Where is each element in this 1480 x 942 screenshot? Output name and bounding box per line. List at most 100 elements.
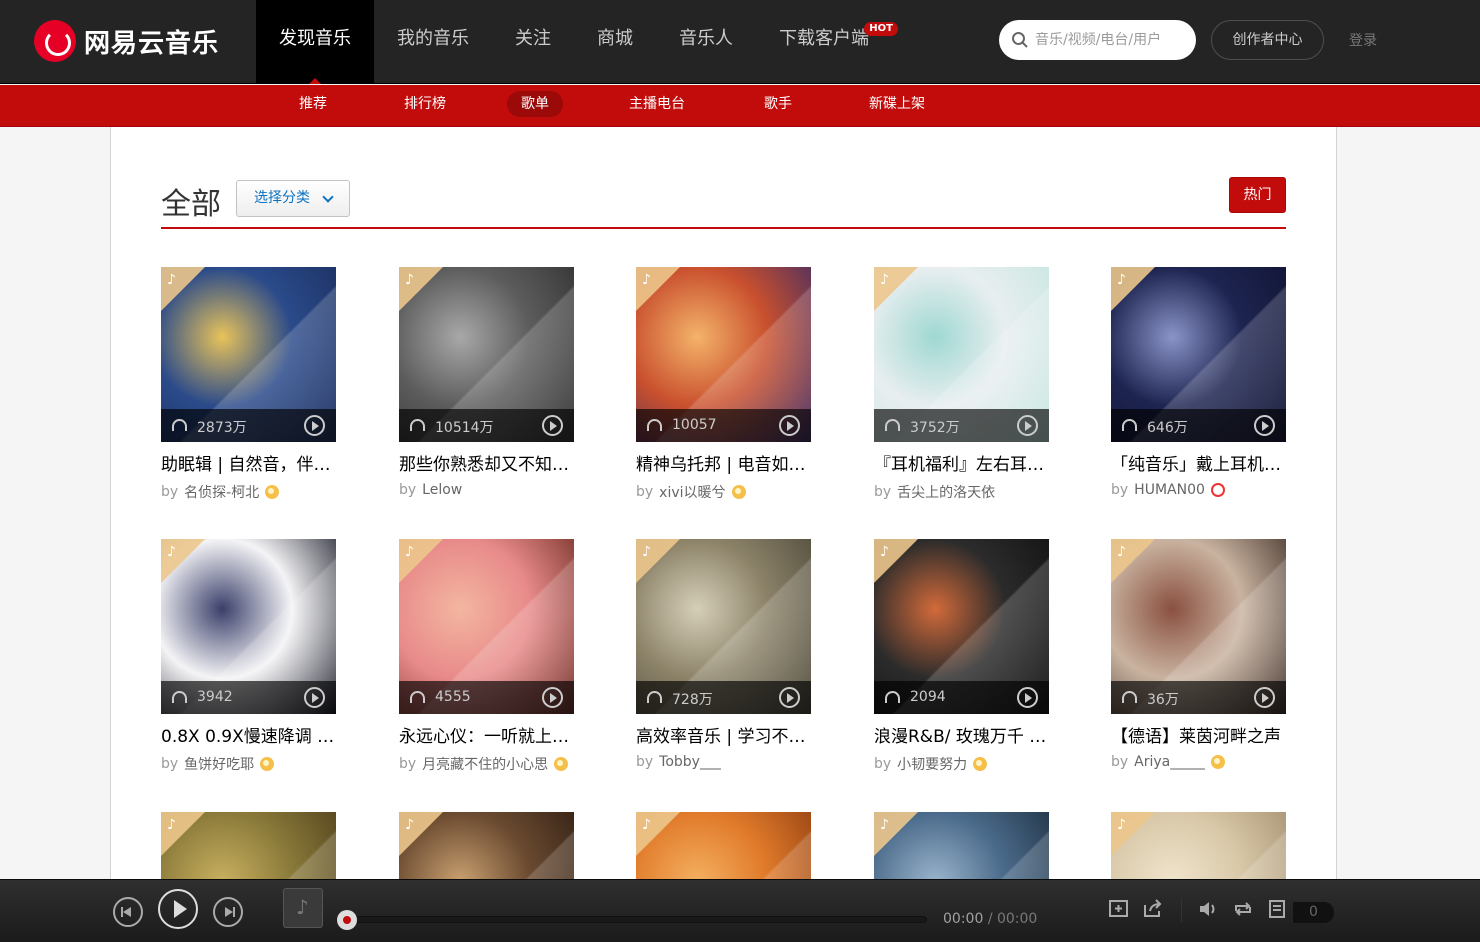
music-tag-icon: ♪ (1117, 272, 1126, 288)
nav-item-3[interactable]: 商城 (574, 0, 656, 84)
hot-badge: HOT (864, 22, 898, 36)
search-input[interactable] (1035, 32, 1185, 48)
music-tag-icon: ♪ (405, 272, 414, 288)
subnav-item-3[interactable]: 主播电台 (615, 91, 699, 117)
author-name[interactable]: 鱼饼好吃耶 (184, 754, 254, 774)
playlist-cover[interactable]: ♪ 2873万 (161, 267, 336, 442)
playlist-cover[interactable]: ♪ 646万 (1111, 267, 1286, 442)
title-row: 全部 选择分类 热门 (161, 177, 1286, 229)
subnav-item-4[interactable]: 歌手 (750, 91, 806, 117)
playlist-title[interactable]: 浪漫R&B/ 玫瑰万千 只此一朵 (874, 726, 1049, 748)
playlist-title[interactable]: 高效率音乐 | 学习不分心 (636, 726, 811, 748)
play-circle-icon[interactable] (1254, 687, 1275, 708)
author-name[interactable]: 舌尖上的洛天依 (897, 482, 995, 502)
playlist-title[interactable]: 【德语】莱茵河畔之声 (1111, 726, 1286, 748)
playlist-cover[interactable]: ♪ 728万 (636, 539, 811, 714)
by-label: by (636, 754, 654, 770)
nav-item-0[interactable]: 发现音乐 (256, 0, 374, 84)
play-circle-icon[interactable] (304, 687, 325, 708)
playlist-title[interactable]: 「纯音乐」戴上耳机，闭上眼睛 (1111, 454, 1286, 476)
playlist-title[interactable]: 『耳机福利』左右耳的声音 (874, 454, 1049, 476)
author-name[interactable]: 月亮藏不住的小心思 (422, 754, 548, 774)
playlist-author: by Tobby___ (636, 754, 811, 770)
nav-item-1[interactable]: 我的音乐 (374, 0, 492, 84)
next-track-button[interactable] (213, 897, 243, 927)
playlist-title[interactable]: 那些你熟悉却又不知道名字的纯音乐 (399, 454, 574, 476)
author-name[interactable]: xivi以暖兮 (659, 482, 725, 502)
search-box[interactable] (999, 20, 1196, 60)
subnav-item-5[interactable]: 新碟上架 (855, 91, 939, 117)
author-name[interactable]: Ariya_____ (1134, 754, 1205, 770)
progress-knob[interactable] (337, 910, 357, 930)
cover-info-bar: 3942 (161, 681, 336, 714)
subnav-item-2[interactable]: 歌单 (507, 91, 563, 117)
headphones-icon (172, 419, 187, 431)
playlist-cover[interactable]: ♪ 4555 (399, 539, 574, 714)
select-category-button[interactable]: 选择分类 (236, 180, 350, 217)
progress-bar[interactable] (337, 910, 927, 930)
playlist-author: by Ariya_____ (1111, 754, 1286, 770)
author-name[interactable]: Tobby___ (659, 754, 721, 770)
share-icon[interactable] (1142, 899, 1164, 919)
play-circle-icon[interactable] (542, 415, 563, 436)
play-circle-icon[interactable] (1017, 415, 1038, 436)
album-thumbnail[interactable] (283, 888, 323, 928)
headphones-icon (410, 691, 425, 703)
playlist-title[interactable]: 精神乌托邦 | 电音如何拯救你 (636, 454, 811, 476)
creator-center-button[interactable]: 创作者中心 (1211, 20, 1324, 60)
playlist-card: ♪ 4555 永远心仪：一听就上瘾的粤语老歌 by 月亮藏不住的小心思 (399, 539, 574, 774)
nav-item-5[interactable]: 下载客户端 HOT (756, 0, 898, 84)
playlist-author: by xivi以暖兮 (636, 482, 811, 502)
headphones-icon (1122, 419, 1137, 431)
playlist-cover[interactable]: ♪ 10514万 (399, 267, 574, 442)
music-tag-icon: ♪ (1117, 544, 1126, 560)
headphones-icon (172, 691, 187, 703)
vip-badge-icon (731, 485, 746, 499)
nav-item-2[interactable]: 关注 (492, 0, 574, 84)
play-circle-icon[interactable] (304, 415, 325, 436)
play-circle-icon[interactable] (779, 687, 800, 708)
playlist-count[interactable]: 0 (1293, 902, 1334, 923)
play-circle-icon[interactable] (1017, 687, 1038, 708)
subnav-item-1[interactable]: 排行榜 (390, 91, 460, 117)
playlist-cover[interactable]: ♪ 3752万 (874, 267, 1049, 442)
playlist-cover[interactable]: ♪ 2094 (874, 539, 1049, 714)
add-to-playlist-icon[interactable] (1108, 899, 1130, 919)
subnav-item-0[interactable]: 推荐 (285, 91, 341, 117)
playlist-cover[interactable]: ♪ 36万 (1111, 539, 1286, 714)
volume-icon[interactable] (1198, 899, 1220, 919)
hot-sort-button[interactable]: 热门 (1229, 177, 1286, 213)
headphones-icon (410, 419, 425, 431)
playlist-title[interactable]: 0.8X 0.9X慢速降调 | 温柔的声音 (161, 726, 336, 748)
play-button[interactable] (158, 889, 198, 929)
main-content: 全部 选择分类 热门 ♪ 2873万助眠辑 | 自然音，伴你入梦 by 名侦探-柯北 ♪… (110, 127, 1337, 942)
previous-track-button[interactable] (113, 897, 143, 927)
playlist-cover[interactable]: ♪ 10057 (636, 267, 811, 442)
playlist-title[interactable]: 永远心仪：一听就上瘾的粤语老歌 (399, 726, 574, 748)
cover-info-bar: 2873万 (161, 409, 336, 442)
cover-info-bar: 10514万 (399, 409, 574, 442)
login-link[interactable]: 登录 (1349, 30, 1377, 50)
play-count: 10514万 (435, 420, 494, 436)
play-circle-icon[interactable] (542, 687, 563, 708)
music-tag-icon: ♪ (880, 817, 889, 833)
music-tag-icon: ♪ (167, 272, 176, 288)
logo[interactable]: 网易云音乐 (34, 20, 219, 62)
loop-icon[interactable] (1232, 899, 1254, 919)
play-circle-icon[interactable] (1254, 415, 1275, 436)
play-circle-icon[interactable] (779, 415, 800, 436)
by-label: by (161, 484, 179, 500)
playlist-title[interactable]: 助眠辑 | 自然音，伴你入梦 (161, 454, 336, 476)
nav-item-4[interactable]: 音乐人 (656, 0, 756, 84)
by-label: by (399, 482, 417, 498)
cover-info-bar: 36万 (1111, 681, 1286, 714)
author-name[interactable]: 名侦探-柯北 (184, 482, 259, 502)
playlist-cover[interactable]: ♪ 3942 (161, 539, 336, 714)
playlist-card: ♪ 10057 精神乌托邦 | 电音如何拯救你 by xivi以暖兮 (636, 267, 811, 502)
author-name[interactable]: Lelow (422, 482, 462, 498)
music-tag-icon: ♪ (880, 272, 889, 288)
playlist-icon[interactable] (1267, 899, 1289, 919)
cover-info-bar: 728万 (636, 681, 811, 714)
author-name[interactable]: HUMAN00 (1134, 482, 1205, 498)
author-name[interactable]: 小韧要努力 (897, 754, 967, 774)
